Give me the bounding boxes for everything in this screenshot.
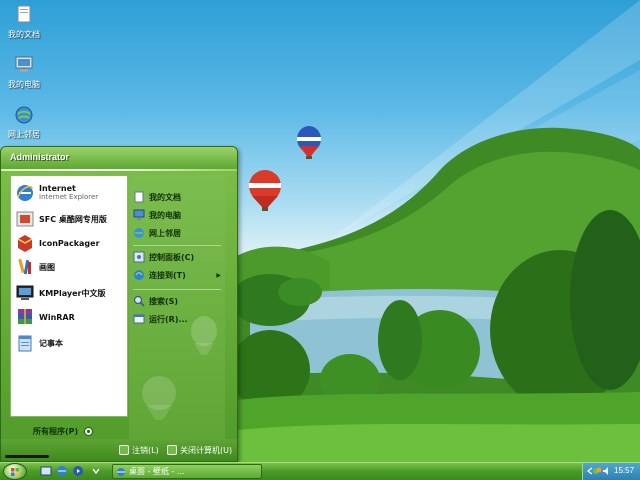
balloon-watermark	[142, 376, 176, 420]
user-name: Administrator	[10, 152, 70, 162]
shutdown-button[interactable]: 关闭计算机(U)	[167, 444, 232, 456]
place-label: 搜索(S)	[149, 296, 179, 306]
balloon-2	[249, 170, 281, 211]
program-title: SFC 桌酷网专用版	[39, 214, 107, 224]
places-divider	[133, 245, 221, 246]
place-my-computer[interactable]: 我的电脑	[133, 207, 225, 223]
quicklaunch-expand-icon[interactable]	[90, 465, 102, 477]
place-network[interactable]: 网上邻居	[133, 225, 225, 241]
sfc-app-icon	[16, 211, 34, 227]
logoff-icon	[119, 445, 129, 455]
program-internet-explorer[interactable]: Internet Internet Explorer	[15, 182, 127, 204]
taskbar-window-button[interactable]: 桌面 - 壁纸 - ...	[112, 464, 262, 479]
start-button[interactable]	[3, 463, 27, 480]
place-my-documents[interactable]: 我的文档	[133, 189, 225, 205]
kmplayer-icon	[16, 285, 34, 300]
program-title: 记事本	[39, 338, 63, 348]
computer-icon	[15, 56, 33, 72]
balloon-watermark	[191, 316, 217, 355]
program-kmplayer[interactable]: KMPlayer中文版	[15, 282, 127, 304]
place-control-panel[interactable]: 控制面板(C)	[133, 249, 225, 265]
control-panel-icon	[133, 251, 145, 263]
iconpackager-icon	[17, 235, 33, 252]
program-title: KMPlayer中文版	[39, 288, 106, 298]
program-iconpackager[interactable]: IconPackager	[15, 232, 127, 254]
tray-messenger-icon[interactable]	[592, 466, 602, 476]
desktop-icon-label: 我的文档	[8, 30, 40, 39]
taskbar-window-title: 桌面 - 壁纸 - ...	[129, 467, 185, 476]
program-sfc[interactable]: SFC 桌酷网专用版	[15, 208, 127, 230]
place-label: 我的文档	[149, 192, 181, 202]
submenu-arrow-icon: ▶	[216, 271, 221, 279]
start-menu: Administrator Internet Internet Explorer…	[0, 146, 238, 462]
places-divider	[133, 289, 221, 290]
all-programs-arrow-icon	[84, 426, 94, 436]
clock[interactable]: 15:57	[614, 466, 634, 475]
start-button-highlight	[5, 455, 49, 458]
program-title: WinRAR	[39, 312, 75, 322]
network-icon	[15, 106, 33, 124]
place-search[interactable]: 搜索(S)	[133, 293, 225, 309]
desktop-icon-my-computer[interactable]: 我的电脑	[0, 54, 48, 90]
program-paint[interactable]: 画图	[15, 256, 127, 278]
windows-logo-icon	[11, 468, 19, 476]
program-title: IconPackager	[39, 238, 100, 248]
place-label: 网上邻居	[149, 228, 181, 238]
program-title: 画图	[39, 262, 55, 272]
internet-explorer-icon	[17, 185, 33, 201]
all-programs-label: 所有程序(P)	[33, 426, 79, 436]
program-title: Internet	[39, 184, 76, 193]
quicklaunch-desktop-icon[interactable]	[40, 465, 52, 477]
start-menu-header: Administrator	[1, 147, 237, 169]
logoff-label: 注销(L)	[132, 445, 159, 455]
logoff-button[interactable]: 注销(L)	[119, 444, 159, 456]
shutdown-label: 关闭计算机(U)	[180, 445, 233, 455]
place-label: 我的电脑	[149, 210, 181, 220]
paint-icon	[18, 258, 31, 275]
network-icon	[134, 228, 144, 238]
documents-icon	[134, 191, 144, 203]
balloon-1	[297, 126, 321, 159]
program-notepad[interactable]: 记事本	[15, 332, 127, 354]
computer-icon	[133, 209, 145, 220]
desktop-icon-my-documents[interactable]: 我的文档	[0, 4, 48, 40]
connect-icon	[134, 270, 144, 280]
desktop-icon-label: 我的电脑	[8, 80, 40, 89]
desktop-icon-label: 网上邻居	[8, 130, 40, 139]
quicklaunch-internet-explorer-icon[interactable]	[56, 465, 68, 477]
program-winrar[interactable]: WinRAR	[15, 306, 127, 328]
all-programs-button[interactable]: 所有程序(P)	[33, 425, 94, 437]
shutdown-icon	[167, 445, 177, 455]
notepad-icon	[18, 335, 32, 352]
desktop-icon-network[interactable]: 网上邻居	[0, 104, 48, 140]
place-label: 运行(R)...	[149, 314, 188, 324]
quicklaunch-media-icon[interactable]	[72, 465, 84, 477]
run-icon	[133, 314, 145, 324]
program-subtitle: Internet Explorer	[39, 193, 99, 201]
winrar-icon	[18, 309, 32, 324]
place-connect-to[interactable]: 连接到(T) ▶	[133, 267, 225, 283]
search-icon	[133, 295, 145, 307]
folder-documents-icon	[17, 5, 31, 23]
internet-explorer-icon	[117, 467, 125, 476]
pinned-programs-panel: Internet Internet Explorer SFC 桌酷网专用版 Ic…	[10, 175, 128, 417]
place-label: 连接到(T)	[149, 270, 186, 280]
tray-volume-icon[interactable]	[602, 466, 612, 476]
header-divider	[1, 169, 237, 171]
place-label: 控制面板(C)	[149, 252, 195, 262]
